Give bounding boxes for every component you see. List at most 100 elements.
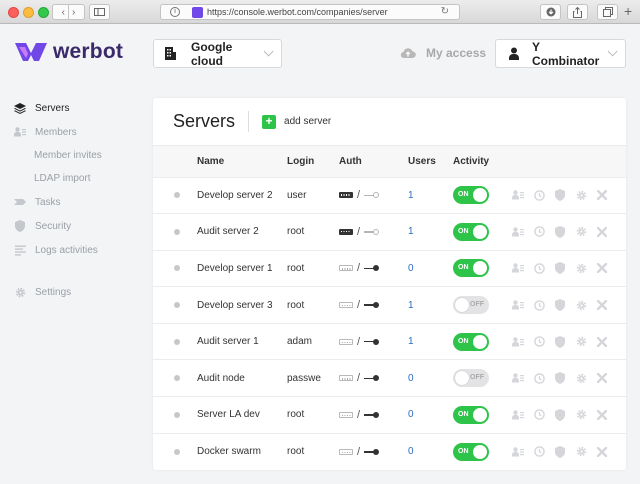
server-settings-button[interactable] — [575, 226, 587, 238]
tabs-overview-button[interactable] — [597, 4, 618, 20]
server-security-button[interactable] — [554, 335, 566, 348]
sidebar-item-members[interactable]: Members — [14, 120, 144, 144]
server-members-button[interactable] — [512, 262, 524, 274]
server-settings-button[interactable] — [575, 446, 587, 458]
sidebar-item-servers[interactable]: Servers — [14, 96, 144, 120]
server-name[interactable]: Server LA dev — [197, 397, 287, 434]
new-tab-button[interactable]: + — [624, 3, 632, 19]
server-security-button[interactable] — [554, 262, 566, 275]
sidebar-item-member-invites[interactable]: Member invites — [14, 144, 144, 167]
users-count-link[interactable]: 0 — [408, 446, 414, 457]
server-name[interactable]: Docker swarm — [197, 433, 287, 470]
server-name[interactable]: Develop server 2 — [197, 177, 287, 214]
add-server-button[interactable]: + — [262, 114, 277, 129]
users-count-link[interactable]: 0 — [408, 409, 414, 420]
server-settings-button[interactable] — [575, 189, 587, 201]
activity-toggle[interactable]: OFF — [453, 369, 489, 388]
server-settings-button[interactable] — [575, 372, 587, 384]
sidebar-item-logs-activities[interactable]: Logs activities — [14, 238, 144, 262]
server-name[interactable]: Audit server 2 — [197, 214, 287, 251]
share-button[interactable] — [567, 4, 588, 20]
minimize-window-button[interactable] — [23, 7, 34, 18]
server-security-button[interactable] — [554, 189, 566, 202]
reload-icon[interactable]: ↻ — [441, 6, 449, 17]
users-count-link[interactable]: 1 — [408, 300, 414, 311]
sidebar-item-settings[interactable]: Settings — [14, 280, 144, 304]
sidebar-item-tasks[interactable]: Tasks — [14, 190, 144, 214]
activity-toggle[interactable]: ON — [453, 186, 489, 205]
server-delete-button[interactable] — [596, 446, 608, 458]
server-name[interactable]: Develop server 1 — [197, 250, 287, 287]
server-schedule-button[interactable] — [533, 189, 545, 201]
logo[interactable]: werbot — [14, 40, 123, 64]
server-settings-button[interactable] — [575, 262, 587, 274]
server-schedule-button[interactable] — [533, 372, 545, 384]
server-members-button[interactable] — [512, 409, 524, 421]
close-window-button[interactable] — [8, 7, 19, 18]
zoom-window-button[interactable] — [38, 7, 49, 18]
server-settings-button[interactable] — [575, 409, 587, 421]
forward-icon[interactable]: › — [72, 7, 75, 18]
server-name[interactable]: Audit node — [197, 360, 287, 397]
server-delete-button[interactable] — [596, 299, 608, 311]
server-delete-button[interactable] — [596, 226, 608, 238]
server-delete-button[interactable] — [596, 262, 608, 274]
server-members-button[interactable] — [512, 226, 524, 238]
activity-toggle[interactable]: ON — [453, 222, 489, 241]
sidebar-item-ldap-import[interactable]: LDAP import — [14, 167, 144, 190]
downloads-button[interactable] — [540, 4, 561, 20]
server-members-button[interactable] — [512, 299, 524, 311]
server-members-button[interactable] — [512, 446, 524, 458]
activity-toggle[interactable]: ON — [453, 442, 489, 461]
server-delete-button[interactable] — [596, 372, 608, 384]
activity-toggle[interactable]: ON — [453, 259, 489, 278]
server-schedule-button[interactable] — [533, 299, 545, 311]
users-count-link[interactable]: 1 — [408, 190, 414, 201]
table-row[interactable]: Audit server 1 adam /1 ON — [153, 323, 626, 360]
server-security-button[interactable] — [554, 372, 566, 385]
server-name[interactable]: Audit server 1 — [197, 323, 287, 360]
server-members-button[interactable] — [512, 372, 524, 384]
table-row[interactable]: Audit server 2 root /1 ON — [153, 213, 626, 251]
server-schedule-button[interactable] — [533, 446, 545, 458]
org-selector[interactable]: Y Combinator — [495, 39, 626, 68]
my-access-link[interactable]: My access — [400, 46, 486, 60]
server-schedule-button[interactable] — [533, 262, 545, 274]
address-bar[interactable]: i https://console.werbot.com/companies/s… — [160, 4, 460, 20]
table-row[interactable]: Develop server 3 root /1 OFF — [153, 286, 626, 324]
table-row[interactable]: Server LA dev root /0 ON — [153, 396, 626, 434]
server-delete-button[interactable] — [596, 189, 608, 201]
users-count-link[interactable]: 1 — [408, 226, 414, 237]
server-security-button[interactable] — [554, 445, 566, 458]
server-schedule-button[interactable] — [533, 226, 545, 238]
users-count-link[interactable]: 0 — [408, 263, 414, 274]
server-name[interactable]: Develop server 3 — [197, 287, 287, 324]
activity-toggle[interactable]: OFF — [453, 296, 489, 315]
table-row[interactable]: Develop server 1 root /0 ON — [153, 250, 626, 287]
table-row[interactable]: Develop server 2 user /1 ON — [153, 177, 626, 214]
sidebar-toggle-button[interactable] — [89, 4, 110, 20]
sidebar-item-security[interactable]: Security — [14, 214, 144, 238]
project-selector[interactable]: Google cloud — [153, 39, 282, 68]
server-settings-button[interactable] — [575, 336, 587, 348]
server-security-button[interactable] — [554, 408, 566, 421]
add-server-label[interactable]: add server — [284, 116, 331, 127]
url-text[interactable]: https://console.werbot.com/companies/ser… — [207, 7, 388, 17]
server-members-button[interactable] — [512, 336, 524, 348]
table-row[interactable]: Docker swarm root /0 ON — [153, 433, 626, 470]
activity-toggle[interactable]: ON — [453, 405, 489, 424]
server-delete-button[interactable] — [596, 336, 608, 348]
activity-toggle[interactable]: ON — [453, 332, 489, 351]
server-security-button[interactable] — [554, 225, 566, 238]
users-count-link[interactable]: 0 — [408, 373, 414, 384]
server-members-button[interactable] — [512, 189, 524, 201]
users-count-link[interactable]: 1 — [408, 336, 414, 347]
server-delete-button[interactable] — [596, 409, 608, 421]
info-icon[interactable]: i — [170, 7, 180, 17]
server-schedule-button[interactable] — [533, 336, 545, 348]
server-schedule-button[interactable] — [533, 409, 545, 421]
back-icon[interactable]: ‹ — [62, 7, 65, 18]
server-security-button[interactable] — [554, 299, 566, 312]
server-settings-button[interactable] — [575, 299, 587, 311]
table-row[interactable]: Audit node passwe /0 OFF — [153, 359, 626, 397]
